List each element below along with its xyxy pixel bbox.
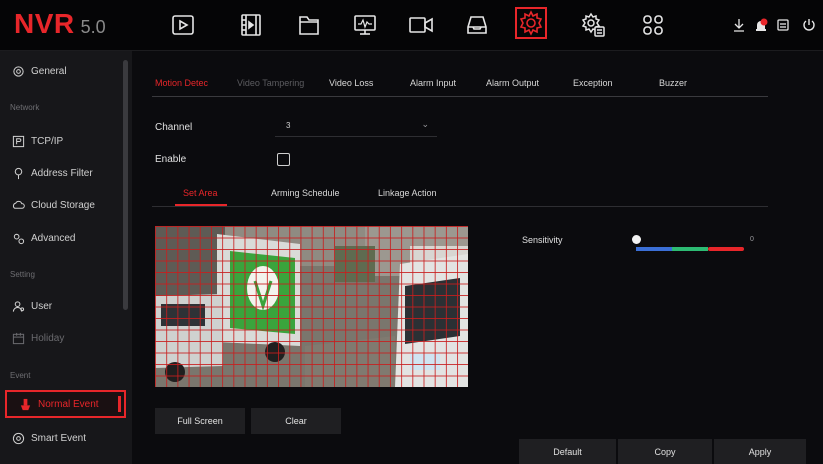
default-button[interactable]: Default bbox=[519, 439, 616, 464]
sidebar-section-setting: Setting bbox=[10, 270, 35, 279]
sidebar-item-tcpip[interactable]: TCP/IP bbox=[0, 127, 122, 155]
settings-icon[interactable] bbox=[515, 7, 547, 39]
disk-icon[interactable] bbox=[774, 16, 792, 34]
enable-checkbox[interactable] bbox=[277, 153, 290, 166]
subtab-linkage-action[interactable]: Linkage Action bbox=[378, 188, 437, 198]
sidebar-item-address-filter[interactable]: Address Filter bbox=[0, 159, 122, 187]
sidebar-item-label: TCP/IP bbox=[31, 135, 64, 147]
download-icon[interactable] bbox=[730, 16, 748, 34]
sidebar-item-label: Holiday bbox=[31, 332, 65, 344]
sidebar-item-label: Smart Event bbox=[31, 432, 87, 444]
app-logo: NVR 5.0 bbox=[14, 8, 106, 42]
motion-area-preview[interactable] bbox=[155, 226, 468, 387]
ip-icon bbox=[11, 134, 25, 148]
power-icon[interactable] bbox=[800, 16, 818, 34]
gear-icon bbox=[11, 64, 25, 78]
channel-select[interactable]: 3 ⌄ bbox=[275, 116, 437, 137]
filter-icon bbox=[11, 166, 25, 180]
sensitivity-slider-handle[interactable] bbox=[632, 235, 641, 244]
tab-alarm-output[interactable]: Alarm Output bbox=[486, 78, 539, 88]
sidebar-item-label: User bbox=[31, 300, 53, 312]
sensitivity-slider[interactable] bbox=[636, 238, 744, 251]
cloud-icon bbox=[11, 198, 25, 212]
tab-motion-detect[interactable]: Motion Detec bbox=[155, 78, 208, 88]
video-clip-icon[interactable] bbox=[236, 10, 266, 40]
camera-icon[interactable] bbox=[406, 10, 436, 40]
sidebar-item-label: Normal Event bbox=[38, 398, 99, 410]
clear-button[interactable]: Clear bbox=[251, 408, 341, 434]
sidebar-item-holiday[interactable]: Holiday bbox=[0, 324, 122, 352]
tab-buzzer[interactable]: Buzzer bbox=[659, 78, 687, 88]
motion-detection-grid[interactable] bbox=[155, 226, 468, 387]
chevron-down-icon: ⌄ bbox=[421, 119, 429, 129]
sidebar-item-label: Address Filter bbox=[31, 167, 93, 179]
playback-icon[interactable] bbox=[168, 10, 198, 40]
apply-button[interactable]: Apply bbox=[714, 439, 806, 464]
copy-button[interactable]: Copy bbox=[618, 439, 712, 464]
apps-icon[interactable] bbox=[638, 10, 668, 40]
sidebar-item-general[interactable]: General bbox=[0, 57, 122, 85]
channel-value: 3 bbox=[286, 121, 291, 130]
active-subtab-underline bbox=[175, 204, 227, 206]
sidebar-item-label: General bbox=[31, 65, 67, 77]
logo-version: 5.0 bbox=[80, 17, 106, 37]
sidebar-item-cloud-storage[interactable]: Cloud Storage bbox=[0, 191, 122, 219]
active-indicator bbox=[118, 396, 121, 412]
sidebar-item-advanced[interactable]: Advanced bbox=[0, 224, 122, 252]
logo-text: NVR bbox=[14, 8, 75, 39]
sidebar-item-normal-event[interactable]: Normal Event bbox=[5, 390, 126, 418]
sidebar-item-label: Cloud Storage bbox=[31, 199, 95, 211]
top-toolbar: NVR 5.0 bbox=[0, 0, 823, 51]
channel-label: Channel bbox=[155, 122, 193, 133]
sidebar-section-event: Event bbox=[10, 371, 31, 380]
enable-label: Enable bbox=[155, 154, 187, 165]
calendar-icon bbox=[11, 331, 25, 345]
advanced-gear-icon bbox=[11, 231, 25, 245]
system-settings-icon[interactable] bbox=[578, 10, 608, 40]
sidebar: General Network TCP/IP Address Filter Cl… bbox=[0, 51, 132, 464]
motion-subtabs: Set Area Arming Schedule Linkage Action bbox=[152, 184, 768, 207]
alarm-icon[interactable] bbox=[752, 16, 770, 34]
storage-icon[interactable] bbox=[462, 10, 492, 40]
tab-video-loss[interactable]: Video Loss bbox=[329, 78, 373, 88]
smart-event-icon bbox=[11, 431, 25, 445]
sidebar-item-user[interactable]: User bbox=[0, 292, 122, 320]
event-icon bbox=[18, 397, 32, 411]
tab-video-tampering[interactable]: Video Tampering bbox=[237, 78, 304, 88]
sidebar-item-label: Advanced bbox=[31, 232, 76, 244]
monitor-icon[interactable] bbox=[350, 10, 380, 40]
sidebar-item-smart-event[interactable]: Smart Event bbox=[0, 424, 122, 452]
event-tabs: Motion Detec Video Tampering Video Loss … bbox=[152, 72, 768, 97]
sensitivity-track bbox=[636, 247, 744, 251]
tab-exception[interactable]: Exception bbox=[573, 78, 613, 88]
subtab-set-area[interactable]: Set Area bbox=[183, 188, 218, 198]
sidebar-scrollbar[interactable] bbox=[123, 60, 128, 310]
full-screen-button[interactable]: Full Screen bbox=[155, 408, 245, 434]
tab-alarm-input[interactable]: Alarm Input bbox=[410, 78, 456, 88]
sensitivity-label: Sensitivity bbox=[522, 235, 563, 245]
sidebar-section-network: Network bbox=[10, 103, 40, 112]
folder-icon[interactable] bbox=[294, 10, 324, 40]
user-icon bbox=[11, 299, 25, 313]
subtab-arming-schedule[interactable]: Arming Schedule bbox=[271, 188, 340, 198]
sensitivity-value: 0 bbox=[750, 236, 754, 243]
